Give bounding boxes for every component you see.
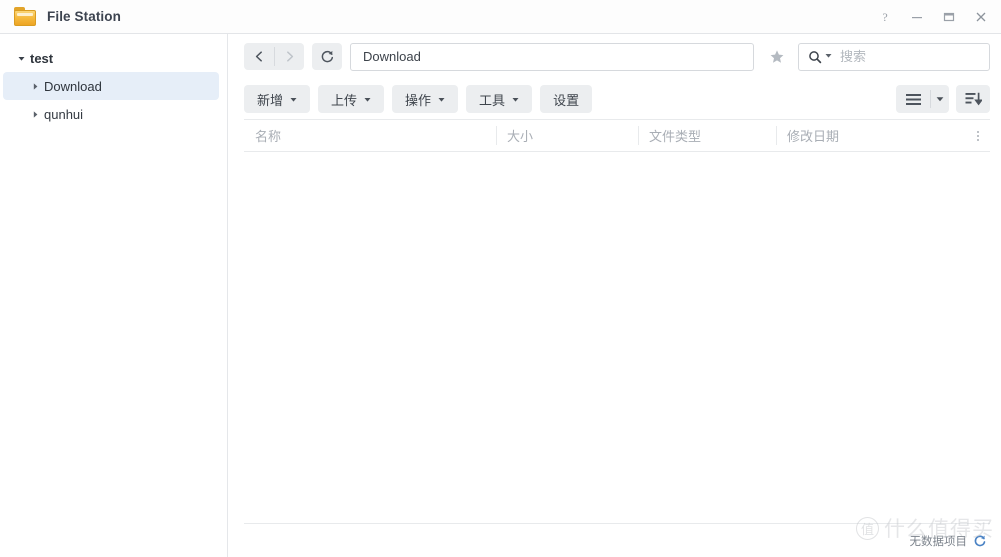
view-mode-group (896, 85, 949, 113)
close-button[interactable] (965, 0, 997, 34)
column-header-name-label: 名称 (255, 129, 282, 144)
svg-text:?: ? (882, 10, 887, 24)
refresh-button[interactable] (312, 43, 342, 70)
caret-right-icon[interactable] (31, 82, 44, 91)
create-button-label: 新增 (257, 92, 284, 108)
toolbar: 新增 上传 操作 工具 设置 (228, 79, 1001, 119)
folder-icon (14, 7, 36, 26)
column-header-name[interactable]: 名称 (244, 120, 496, 151)
maximize-button[interactable] (933, 0, 965, 34)
app-title: File Station (47, 9, 121, 24)
forward-button[interactable] (274, 43, 304, 70)
settings-button-label: 设置 (553, 92, 580, 108)
search-icon[interactable] (808, 50, 822, 64)
chevron-down-icon (438, 96, 445, 105)
column-header-filetype[interactable]: 文件类型 (638, 120, 776, 151)
refresh-icon[interactable] (973, 534, 987, 548)
sidebar-item-label: qunhui (44, 106, 84, 122)
main-panel: Download 新增 (228, 34, 1001, 557)
chevron-down-icon (290, 96, 297, 105)
sort-button[interactable] (956, 85, 990, 113)
tools-button-label: 工具 (479, 92, 506, 108)
column-header-modified-date[interactable]: 修改日期 (776, 120, 966, 151)
sidebar-item-label: Download (44, 78, 102, 94)
status-bar: 无数据项目 (244, 523, 990, 557)
chevron-down-icon (364, 96, 371, 105)
back-button[interactable] (244, 43, 274, 70)
navigation-bar: Download (228, 34, 1001, 79)
action-button[interactable]: 操作 (392, 85, 459, 113)
caret-down-icon[interactable] (17, 54, 30, 63)
sidebar-item-label: test (30, 50, 54, 66)
chevron-down-icon (936, 97, 943, 102)
upload-button-label: 上传 (331, 92, 358, 108)
file-list-area[interactable] (228, 152, 1001, 523)
view-mode-button[interactable] (896, 85, 930, 113)
window-controls: ? (869, 0, 997, 33)
search-dropdown-caret-icon[interactable] (825, 52, 832, 61)
status-text: 无数据项目 (909, 535, 968, 548)
file-station-window: File Station ? test Download qunhui Down… (0, 0, 1001, 557)
sidebar-item-qunhui[interactable]: qunhui (3, 100, 219, 128)
nav-button-group (244, 43, 304, 70)
action-button-label: 操作 (405, 92, 432, 108)
column-header-size-label: 大小 (507, 129, 534, 144)
column-header-modified-date-label: 修改日期 (787, 129, 840, 144)
column-header-size[interactable]: 大小 (496, 120, 638, 151)
list-view-icon (905, 93, 921, 105)
sidebar-tree: test Download qunhui (0, 34, 228, 557)
file-list-header: 名称 大小 文件类型 修改日期 (244, 119, 990, 152)
search-field[interactable] (798, 42, 990, 71)
settings-button[interactable]: 设置 (540, 85, 593, 113)
column-header-filetype-label: 文件类型 (649, 129, 702, 144)
chevron-down-icon (512, 96, 519, 105)
toolbar-right-group (896, 85, 990, 113)
window-body: test Download qunhui Download 搜索 新增 上传 操… (0, 34, 1001, 557)
view-mode-dropdown-button[interactable] (930, 85, 949, 113)
path-value: Download (363, 49, 421, 64)
favorite-star-icon[interactable] (764, 44, 790, 70)
sidebar-item-test[interactable]: test (3, 44, 219, 72)
help-button[interactable]: ? (869, 0, 901, 34)
caret-right-icon[interactable] (31, 110, 44, 119)
sort-descending-icon (965, 92, 982, 106)
minimize-button[interactable] (901, 0, 933, 34)
search-input[interactable] (835, 49, 981, 64)
upload-button[interactable]: 上传 (318, 85, 385, 113)
create-button[interactable]: 新增 (244, 85, 311, 113)
sidebar-item-download[interactable]: Download (3, 72, 219, 100)
tools-button[interactable]: 工具 (466, 85, 533, 113)
more-options-icon[interactable] (966, 120, 990, 151)
path-field[interactable]: Download (350, 42, 754, 71)
title-bar: File Station ? (0, 0, 1001, 34)
